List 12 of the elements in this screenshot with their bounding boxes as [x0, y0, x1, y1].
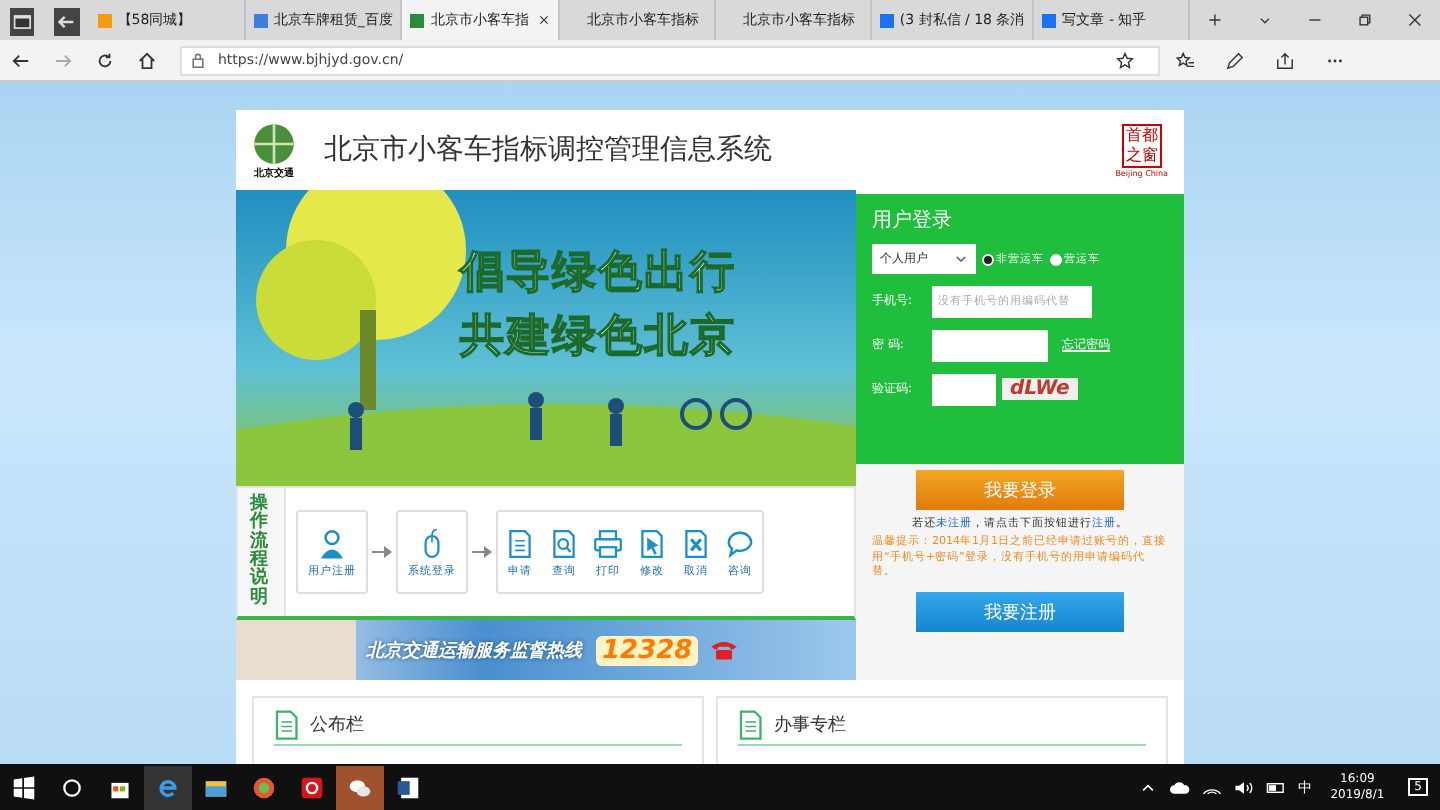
site-title: 北京市小客车指标调控管理信息系统 — [324, 132, 772, 168]
hotline-text: 北京交通运输服务监督热线 — [366, 638, 585, 663]
hotline-number: 12328 — [596, 635, 699, 665]
captcha-image: dLWe — [1002, 378, 1078, 400]
login-title: 用户登录 — [872, 207, 954, 234]
banner-slogan: 倡导绿色出行 — [460, 246, 736, 302]
panel-title: 公布栏 — [310, 713, 364, 738]
banner-slogan: 共建绿色北京 — [460, 310, 736, 366]
flow-title: 操作流程说明 — [238, 488, 286, 616]
panel-title: 办事专栏 — [774, 713, 846, 738]
badge-logo: 首都之窗 — [1121, 123, 1162, 167]
register-button[interactable]: 我要注册 — [916, 592, 1124, 633]
